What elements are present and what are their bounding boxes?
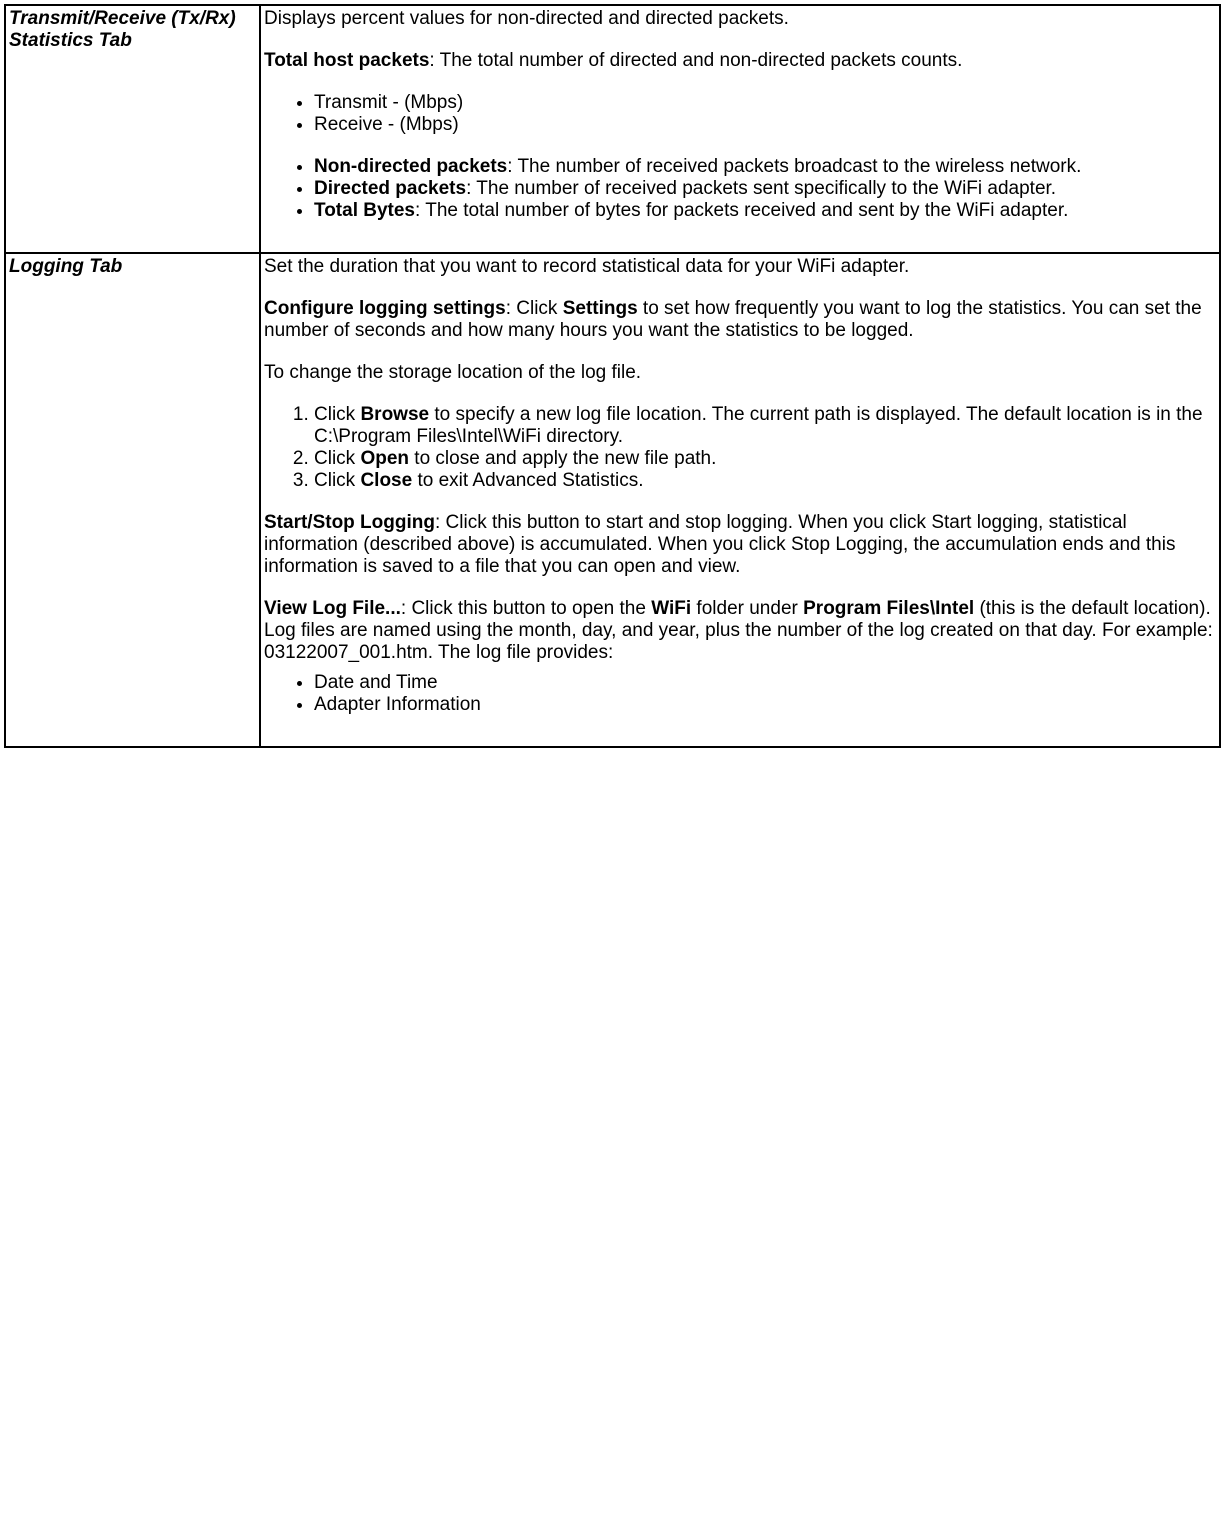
list-item: Click Browse to specify a new log file l… [314,404,1216,448]
row-label: Logging Tab [5,253,260,747]
list-item: Click Open to close and apply the new fi… [314,448,1216,470]
def-text: : The number of received packets broadca… [507,156,1081,177]
total-host-label: Total host packets [264,50,429,71]
provides-list: Date and Time Adapter Information [264,672,1216,716]
viewlog-pre: : Click this button to open the [401,598,651,619]
list-item: Click Close to exit Advanced Statistics. [314,470,1216,492]
view-log: View Log File...: Click this button to o… [264,598,1216,664]
change-location: To change the storage location of the lo… [264,362,1216,384]
steps-list: Click Browse to specify a new log file l… [264,404,1216,492]
step-post: to exit Advanced Statistics. [412,470,643,491]
step-pre: Click [314,448,360,469]
list-item: Directed packets: The number of received… [314,178,1216,200]
row-content: Displays percent values for non-directed… [260,5,1220,253]
step-post: to specify a new log file location. The … [314,404,1203,447]
step-bold: Open [360,448,409,469]
def-term: Directed packets [314,178,466,199]
stats-table: Transmit/Receive (Tx/Rx) Statistics Tab … [4,4,1221,748]
intro-text: Set the duration that you want to record… [264,256,1216,278]
step-pre: Click [314,470,360,491]
list-item: Total Bytes: The total number of bytes f… [314,200,1216,222]
total-host-text: : The total number of directed and non-d… [429,50,962,71]
defs-list: Non-directed packets: The number of rece… [264,156,1216,222]
viewlog-b1: WiFi [651,598,691,619]
row-content: Set the duration that you want to record… [260,253,1220,747]
def-term: Total Bytes [314,200,415,221]
table-row: Transmit/Receive (Tx/Rx) Statistics Tab … [5,5,1220,253]
step-pre: Click [314,404,360,425]
total-host: Total host packets: The total number of … [264,50,1216,72]
list-item: Adapter Information [314,694,1216,716]
configure-pre: : Click [506,298,563,319]
step-bold: Close [360,470,412,491]
step-post: to close and apply the new file path. [409,448,716,469]
viewlog-label: View Log File... [264,598,401,619]
def-text: : The total number of bytes for packets … [415,200,1068,221]
def-term: Non-directed packets [314,156,507,177]
rate-list: Transmit - (Mbps) Receive - (Mbps) [264,92,1216,136]
viewlog-b2: Program Files\Intel [803,598,974,619]
list-item: Date and Time [314,672,1216,694]
viewlog-mid: folder under [691,598,803,619]
step-bold: Browse [360,404,429,425]
configure-logging: Configure logging settings: Click Settin… [264,298,1216,342]
def-text: : The number of received packets sent sp… [466,178,1056,199]
intro-text: Displays percent values for non-directed… [264,8,1216,30]
configure-settings: Settings [563,298,638,319]
list-item: Non-directed packets: The number of rece… [314,156,1216,178]
list-item: Transmit - (Mbps) [314,92,1216,114]
configure-label: Configure logging settings [264,298,506,319]
list-item: Receive - (Mbps) [314,114,1216,136]
start-stop: Start/Stop Logging: Click this button to… [264,512,1216,578]
startstop-label: Start/Stop Logging [264,512,435,533]
table-row: Logging Tab Set the duration that you wa… [5,253,1220,747]
row-label: Transmit/Receive (Tx/Rx) Statistics Tab [5,5,260,253]
